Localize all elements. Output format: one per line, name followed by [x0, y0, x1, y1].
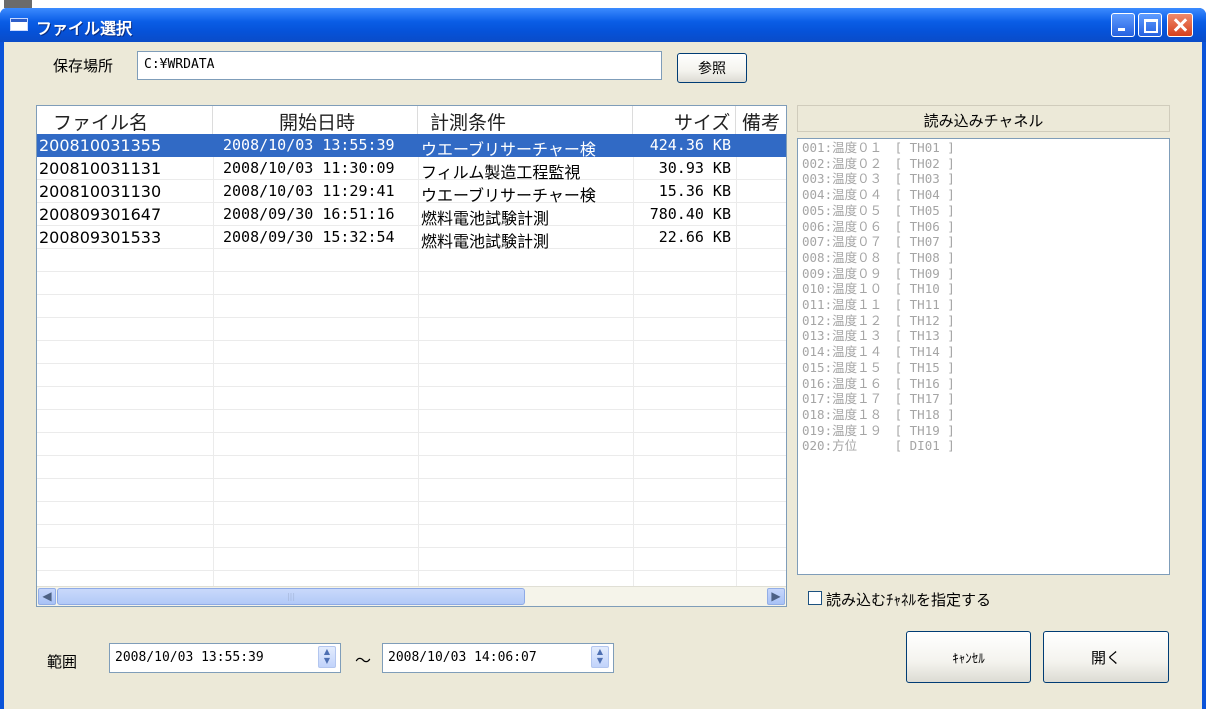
cell-start: 2008/09/30 15:32:54 — [223, 228, 395, 246]
channel-item[interactable]: 004:温度０４ [ TH04 ] — [802, 187, 1165, 203]
table-row[interactable]: 200809301533 2008/09/30 15:32:54 燃料電池試験計… — [37, 226, 786, 251]
channel-item[interactable]: 002:温度０２ [ TH02 ] — [802, 156, 1165, 172]
cell-size: 424.36 KB — [649, 136, 731, 154]
cell-filename: 200810031130 — [39, 182, 162, 201]
channel-item[interactable]: 018:温度１８ [ TH18 ] — [802, 407, 1165, 423]
cell-filename: 200810031355 — [39, 136, 162, 155]
range-separator: ～ — [355, 651, 372, 670]
channel-item[interactable]: 019:温度１９ [ TH19 ] — [802, 423, 1165, 439]
browse-button[interactable]: 参照 — [677, 53, 747, 83]
range-label: 範囲 — [47, 653, 78, 671]
window-icon — [10, 18, 28, 31]
cell-size: 30.93 KB — [658, 159, 731, 177]
cell-size: 15.36 KB — [658, 182, 731, 200]
cell-filename: 200809301533 — [39, 228, 162, 247]
cell-filename: 200809301647 — [39, 205, 162, 224]
channel-item[interactable]: 005:温度０５ [ TH05 ] — [802, 203, 1165, 219]
close-icon[interactable] — [1167, 13, 1193, 37]
table-row[interactable]: 200810031355 2008/10/03 13:55:39 ウエーブリサー… — [37, 134, 786, 159]
channel-item[interactable]: 006:温度０６ [ TH06 ] — [802, 219, 1165, 235]
cell-start: 2008/10/03 11:30:09 — [223, 159, 395, 177]
column-header-start[interactable]: 開始日時 — [213, 106, 418, 134]
cell-filename: 200810031131 — [39, 159, 162, 178]
cell-start: 2008/09/30 16:51:16 — [223, 205, 395, 223]
cell-start: 2008/10/03 13:55:39 — [223, 136, 395, 154]
title-bar[interactable]: ファイル選択 — [0, 8, 1206, 42]
column-header-size[interactable]: サイズ — [633, 106, 736, 134]
file-list[interactable]: ファイル名 開始日時 計測条件 サイズ 備考 200810031355 2008… — [36, 105, 787, 607]
top-strip — [0, 0, 1206, 8]
column-header-filename[interactable]: ファイル名 — [37, 106, 213, 134]
channel-list[interactable]: 001:温度０１ [ TH01 ] 002:温度０２ [ TH02 ] 003:… — [797, 138, 1170, 575]
range-from-input[interactable]: 2008/10/03 13:55:39 — [109, 643, 341, 673]
specify-channels-checkbox[interactable] — [808, 591, 822, 605]
path-input[interactable]: C:¥WRDATA — [137, 51, 662, 80]
specify-channels-label[interactable]: 読み込むﾁｬﾈﾙを指定する — [826, 589, 991, 610]
channel-item[interactable]: 001:温度０１ [ TH01 ] — [802, 140, 1165, 156]
column-header-condition[interactable]: 計測条件 — [418, 106, 633, 134]
channel-item[interactable]: 012:温度１２ [ TH12 ] — [802, 313, 1165, 329]
channel-panel-header: 読み込みチャネル — [797, 105, 1170, 132]
channel-item[interactable]: 013:温度１３ [ TH13 ] — [802, 328, 1165, 344]
cell-size: 780.40 KB — [649, 205, 731, 223]
file-list-header: ファイル名 開始日時 計測条件 サイズ 備考 — [37, 106, 786, 135]
channel-item[interactable]: 020:方位 [ DI01 ] — [802, 438, 1165, 454]
cancel-button[interactable]: ｷｬﾝｾﾙ — [906, 631, 1031, 683]
horizontal-scrollbar[interactable]: ◀ ||| ▶ — [37, 586, 786, 606]
cell-size: 22.66 KB — [658, 228, 731, 246]
range-to-input[interactable]: 2008/10/03 14:06:07 — [382, 643, 614, 673]
scroll-thumb[interactable]: ||| — [57, 588, 525, 605]
cell-condition: 燃料電池試験計測 — [421, 232, 550, 251]
scroll-left-icon[interactable]: ◀ — [38, 588, 56, 605]
channel-item[interactable]: 016:温度１６ [ TH16 ] — [802, 376, 1165, 392]
channel-item[interactable]: 009:温度０９ [ TH09 ] — [802, 266, 1165, 282]
location-label: 保存場所 — [53, 57, 114, 75]
channel-item[interactable]: 003:温度０３ [ TH03 ] — [802, 171, 1165, 187]
channel-item[interactable]: 014:温度１４ [ TH14 ] — [802, 344, 1165, 360]
window-title: ファイル選択 — [36, 19, 133, 38]
column-header-notes[interactable]: 備考 — [736, 106, 786, 134]
channel-item[interactable]: 011:温度１１ [ TH11 ] — [802, 297, 1165, 313]
channel-item[interactable]: 017:温度１７ [ TH17 ] — [802, 391, 1165, 407]
channel-item[interactable]: 007:温度０７ [ TH07 ] — [802, 234, 1165, 250]
channel-item[interactable]: 010:温度１０ [ TH10 ] — [802, 281, 1165, 297]
minimize-icon[interactable] — [1111, 13, 1135, 37]
channel-item[interactable]: 008:温度０８ [ TH08 ] — [802, 250, 1165, 266]
channel-item[interactable]: 015:温度１５ [ TH15 ] — [802, 360, 1165, 376]
range-from-spinner-icon[interactable]: ▲ ▼ — [318, 646, 336, 668]
file-list-body: 200810031355 2008/10/03 13:55:39 ウエーブリサー… — [37, 134, 786, 587]
table-row[interactable]: 200810031130 2008/10/03 11:29:41 ウエーブリサー… — [37, 180, 786, 205]
scroll-right-icon[interactable]: ▶ — [767, 588, 785, 605]
table-row[interactable]: 200810031131 2008/10/03 11:30:09 フィルム製造工… — [37, 157, 786, 182]
app-icon — [4, 0, 32, 8]
cell-start: 2008/10/03 11:29:41 — [223, 182, 395, 200]
open-button[interactable]: 開く — [1043, 631, 1169, 683]
maximize-icon[interactable] — [1138, 13, 1162, 37]
table-row[interactable]: 200809301647 2008/09/30 16:51:16 燃料電池試験計… — [37, 203, 786, 228]
range-to-spinner-icon[interactable]: ▲ ▼ — [591, 646, 609, 668]
